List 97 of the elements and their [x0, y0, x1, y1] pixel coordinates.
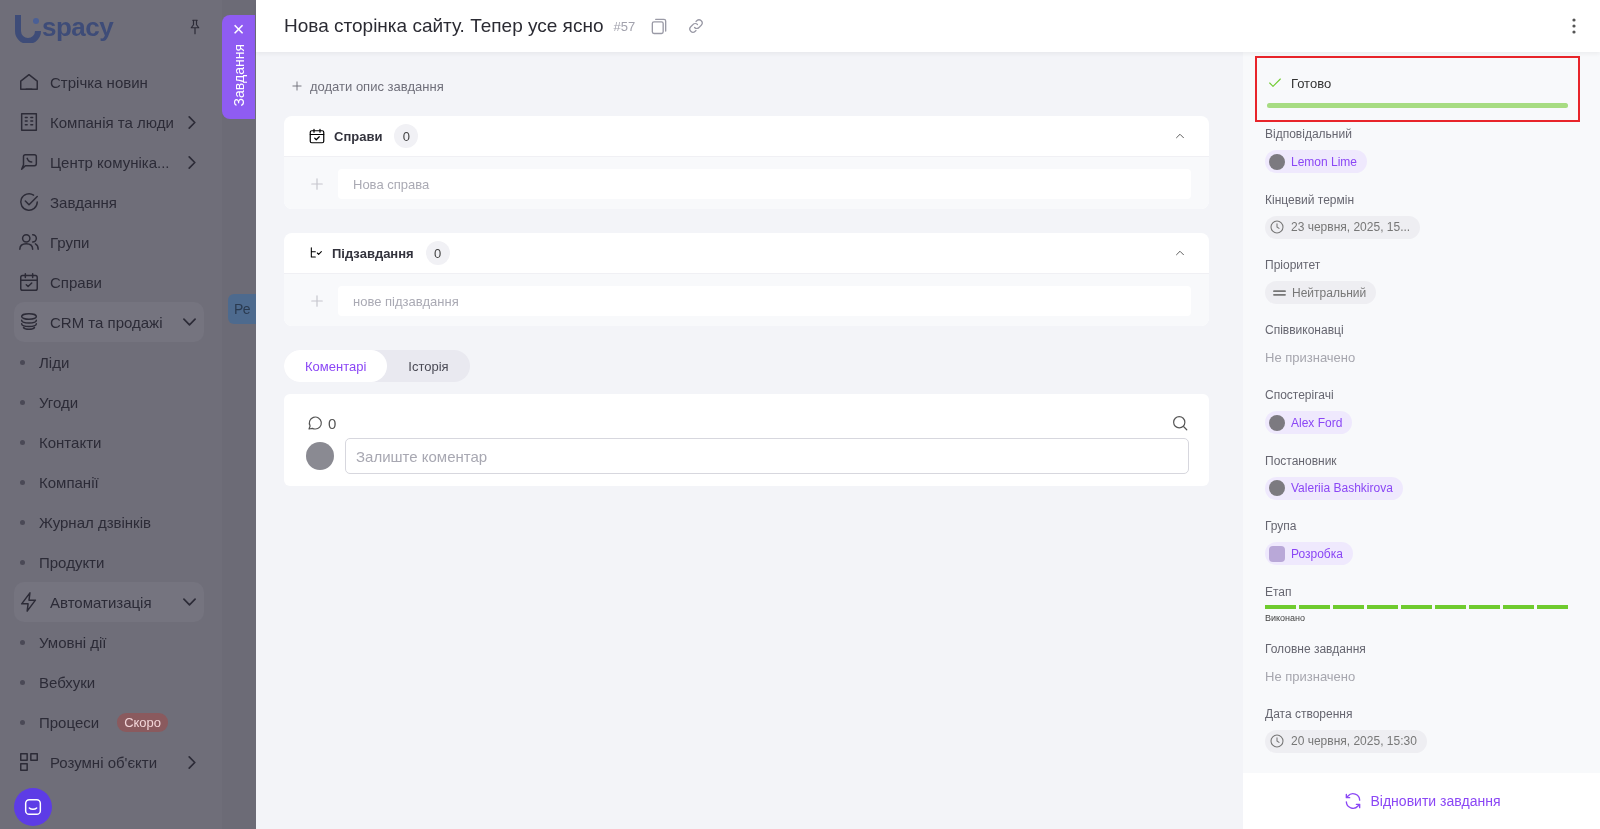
subtask-icon	[308, 245, 324, 261]
field-value: Не призначено	[1265, 349, 1357, 367]
grid-icon	[18, 751, 40, 773]
sidebar-item[interactable]: Умовні дії	[39, 633, 107, 651]
avatar-icon	[1269, 153, 1285, 170]
status-block[interactable]: Готово	[1255, 56, 1580, 122]
coins-icon	[18, 311, 40, 333]
field-label: Група	[1265, 518, 1298, 535]
person-chip[interactable]: Valeriia Bashkirova	[1265, 476, 1403, 500]
date-chip[interactable]: 20 червня, 2025, 15:30	[1265, 729, 1427, 753]
sidebar-item[interactable]: Розумні об'єкти	[14, 742, 204, 782]
link-icon	[687, 17, 706, 35]
bullet-icon	[20, 439, 25, 445]
tab[interactable]: Коментарі	[284, 350, 388, 382]
field-label: Відповідальний	[1265, 126, 1353, 143]
bullet-icon	[20, 639, 25, 645]
bullet-icon	[20, 359, 25, 365]
field-label: Постановник	[1265, 452, 1338, 470]
building-icon	[18, 111, 40, 133]
chevron-down-icon[interactable]	[183, 318, 196, 326]
logo-mark-icon	[14, 12, 42, 43]
sidebar-item[interactable]: Справи	[14, 262, 204, 302]
tab[interactable]: Історія	[387, 350, 470, 382]
sidebar-item[interactable]: Ліди	[39, 353, 70, 371]
plus-icon	[308, 175, 326, 193]
field-label: Головне завдання	[1265, 640, 1367, 658]
bullet-icon	[20, 519, 25, 525]
sidebar-item[interactable]: Центр комуніка...	[14, 142, 204, 182]
sidebar-item[interactable]: Продукти	[39, 553, 105, 571]
sidebar-item[interactable]: Завдання	[14, 182, 204, 222]
field-value: Не призначено	[1265, 667, 1357, 686]
avatar-icon	[1269, 480, 1285, 496]
sidebar-item[interactable]: Вебхуки	[39, 673, 96, 691]
group-avatar-icon	[1269, 545, 1285, 562]
bullet-icon	[20, 719, 25, 725]
date-chip[interactable]: 23 червня, 2025, 15...	[1265, 215, 1421, 239]
chevron-right-icon[interactable]	[188, 155, 196, 169]
clock-icon	[1269, 219, 1285, 235]
people-icon	[18, 231, 40, 253]
calendar-icon	[18, 271, 40, 293]
sidebar-item[interactable]: Компанія та люди	[14, 102, 204, 142]
calendar-check-icon	[308, 127, 326, 145]
chat-icon	[22, 796, 44, 818]
soon-badge: Скоро	[117, 712, 169, 732]
group-chip[interactable]: Розробка	[1265, 542, 1353, 565]
sidebar-item[interactable]: Процеси	[39, 713, 100, 731]
person-chip[interactable]: Lemon Lime	[1265, 150, 1368, 173]
bullet-icon	[20, 559, 25, 565]
section-title: Підзавдання	[332, 245, 414, 261]
restore-button[interactable]: Відновити завдання	[1336, 790, 1507, 812]
sidebar-item[interactable]: Стрічка новин	[14, 62, 204, 102]
chevron-right-icon[interactable]	[188, 755, 196, 769]
task-number: #57	[613, 18, 636, 34]
avatar-icon	[306, 442, 334, 470]
field-label: Співвиконавці	[1265, 322, 1345, 339]
count-badge: 0	[394, 124, 419, 148]
field-label: Етап	[1265, 583, 1293, 601]
clock-icon	[1269, 733, 1285, 749]
count-badge: 0	[425, 241, 450, 265]
comment-count: 0	[328, 414, 337, 432]
equals-icon	[1273, 289, 1286, 296]
stage-caption: Виконано	[1265, 612, 1307, 623]
person-chip[interactable]: Alex Ford	[1265, 411, 1353, 434]
field-label: Спостерігачі	[1265, 387, 1335, 404]
plus-icon	[290, 79, 304, 93]
check-circle-icon	[18, 191, 40, 213]
chevron-right-icon[interactable]	[188, 115, 196, 129]
field-label: Дата створення	[1265, 705, 1354, 723]
bullet-icon	[20, 679, 25, 685]
section-title: Справи	[334, 128, 383, 144]
add-description-link[interactable]: додати опис завдання	[290, 74, 1209, 98]
stage-progress[interactable]	[1265, 604, 1571, 609]
comment-icon	[306, 414, 324, 432]
priority-chip[interactable]: Нейтральний	[1265, 281, 1377, 304]
comment-field[interactable]: Залиште коментар	[345, 438, 1189, 474]
sidebar-item[interactable]: Групи	[14, 222, 204, 262]
new-item-field[interactable]: нове підзавдання	[338, 286, 1191, 316]
sidebar-item[interactable]: Автоматизація	[14, 582, 204, 622]
panel-tab[interactable]: × Завдання	[222, 15, 255, 119]
chevron-down-icon[interactable]	[183, 598, 196, 606]
task-title: Нова сторінка сайту. Тепер усе ясно	[284, 15, 604, 37]
new-item-field[interactable]: Нова справа	[338, 169, 1191, 199]
bullet-icon	[20, 479, 25, 485]
field-label: Кінцевий термін	[1265, 191, 1356, 209]
avatar-icon	[1269, 414, 1285, 431]
background-button[interactable]: Ре	[228, 293, 256, 324]
sidebar-item[interactable]: Контакти	[39, 433, 102, 451]
bullet-icon	[20, 399, 25, 405]
sidebar-item[interactable]: CRM та продажі	[14, 302, 204, 342]
field-label: Пріоритет	[1265, 257, 1322, 274]
sidebar-item[interactable]: Угоди	[39, 393, 79, 411]
sidebar-item[interactable]: Компанії	[39, 473, 99, 491]
plus-icon	[308, 292, 326, 310]
home-icon	[18, 71, 40, 93]
status-label: Готово	[1291, 75, 1332, 91]
sidebar-item[interactable]: Журнал дзвінків	[39, 513, 151, 531]
chat-phone-icon	[18, 151, 40, 173]
